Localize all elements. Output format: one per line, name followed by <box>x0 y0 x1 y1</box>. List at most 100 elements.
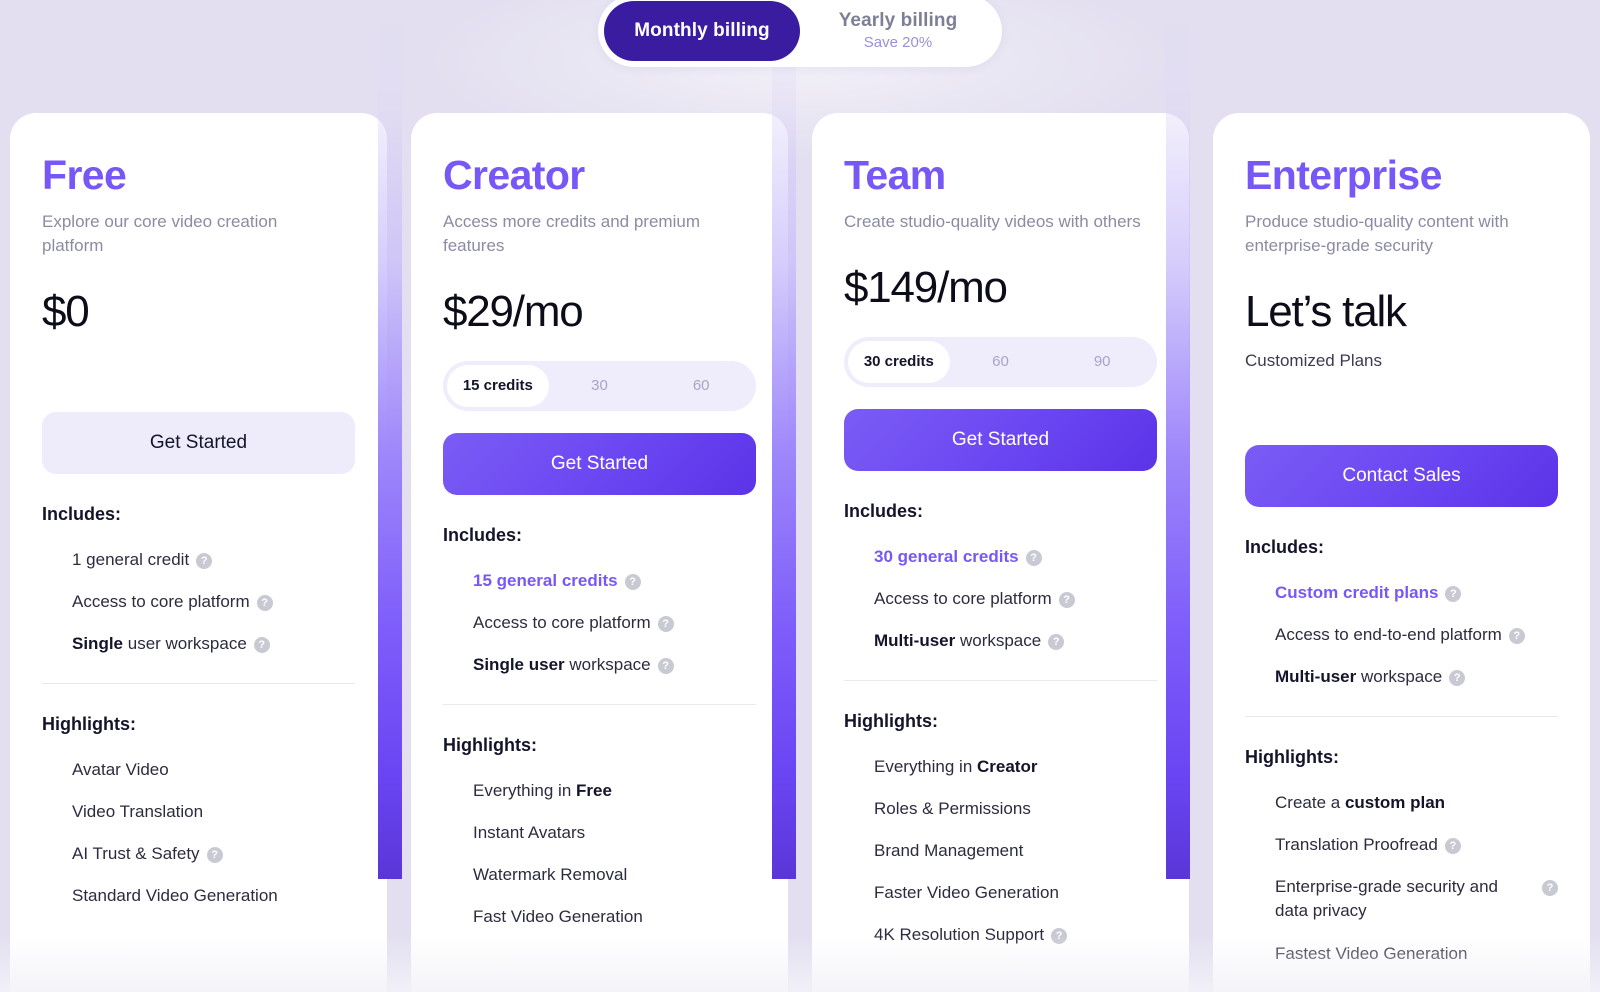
credit-option[interactable]: 90 <box>1051 341 1153 383</box>
pricing-card-team: Team Create studio-quality videos with ot… <box>812 113 1189 992</box>
billing-yearly-label: Yearly billing <box>838 10 958 32</box>
includes-item: Custom credit plans? <box>1245 572 1558 614</box>
plan-price: $0 <box>42 287 90 337</box>
feature-label: 1 general credit <box>72 549 190 569</box>
plan-name: Free <box>42 152 127 198</box>
help-icon[interactable]: ? <box>206 847 223 864</box>
feature-label: Access to core platform <box>72 591 250 611</box>
feature-label: Fast Video Generation <box>473 907 643 927</box>
help-icon[interactable]: ? <box>1051 928 1068 945</box>
highlights-item: Brand Management <box>844 830 1157 872</box>
help-icon[interactable]: ? <box>624 573 641 590</box>
layout-spacer <box>1245 371 1558 423</box>
feature-label: Single user workspace <box>473 654 651 674</box>
help-icon[interactable]: ? <box>1449 669 1466 686</box>
includes-item: Single user workspace? <box>443 644 756 686</box>
includes-item: Access to end-to-end platform? <box>1245 614 1558 656</box>
highlights-item: Enterprise-grade security and data priva… <box>1245 866 1558 932</box>
credit-option[interactable]: 30 <box>549 365 651 407</box>
highlights-item: Video Translation <box>42 791 355 833</box>
get-started-button[interactable]: Get Started <box>844 408 1157 471</box>
help-icon[interactable]: ? <box>657 615 674 632</box>
feature-label: Translation Proofread <box>1275 835 1438 855</box>
includes-list: 1 general credit? Access to core platform… <box>42 539 355 665</box>
help-icon[interactable]: ? <box>1058 591 1075 608</box>
plan-name: Creator <box>443 152 585 198</box>
plan-description: Explore our core video creation platform <box>42 212 278 256</box>
layout-spacer <box>42 337 355 390</box>
includes-heading: Includes: <box>42 503 122 524</box>
highlights-item: Translation Proofread? <box>1245 824 1558 866</box>
includes-heading: Includes: <box>443 524 523 545</box>
feature-label: Access to end-to-end platform <box>1275 624 1502 644</box>
help-icon[interactable]: ? <box>256 594 273 611</box>
feature-label: Fastest Video Generation <box>1275 943 1468 963</box>
highlights-list: Everything in Creator Roles & Permissions… <box>844 746 1157 957</box>
help-icon[interactable]: ? <box>1048 633 1065 650</box>
help-icon[interactable]: ? <box>1444 838 1461 855</box>
feature-label: Brand Management <box>874 841 1024 861</box>
highlights-list: Avatar Video Video Translation AI Trust & … <box>42 749 355 918</box>
section-divider <box>844 679 1157 681</box>
includes-item: Access to core platform? <box>443 602 756 644</box>
help-icon[interactable]: ? <box>657 657 674 674</box>
help-icon[interactable]: ? <box>1445 585 1462 602</box>
highlights-heading: Highlights: <box>42 714 136 735</box>
feature-label: Standard Video Generation <box>72 886 278 906</box>
credit-option[interactable]: 60 <box>650 365 752 407</box>
help-icon[interactable]: ? <box>1508 627 1525 644</box>
feature-label: 15 general credits <box>473 570 618 590</box>
credit-selector[interactable]: 30 credits 60 90 <box>844 336 1157 387</box>
feature-label: Everything in Creator <box>874 756 1038 776</box>
highlights-item: Watermark Removal <box>443 854 756 896</box>
credit-selector[interactable]: 15 credits 30 60 <box>443 360 756 411</box>
highlights-list: Everything in Free Instant Avatars Waterma… <box>443 770 756 939</box>
feature-label: Access to core platform <box>473 612 651 632</box>
help-icon[interactable]: ? <box>196 552 213 569</box>
credit-option[interactable]: 60 <box>950 341 1052 383</box>
credit-option[interactable]: 15 credits <box>447 364 549 407</box>
section-divider <box>443 704 756 706</box>
feature-label: Roles & Permissions <box>874 799 1031 819</box>
billing-toggle[interactable]: Monthly billing Yearly billing Save 20% <box>598 0 1002 67</box>
includes-item: Multi-user workspace? <box>844 620 1157 662</box>
section-divider <box>42 683 355 685</box>
billing-monthly-label: Monthly billing <box>634 20 770 42</box>
includes-list: 15 general credits? Access to core platfo… <box>443 560 756 686</box>
get-started-button[interactable]: Get Started <box>42 411 355 474</box>
feature-label: Multi-user workspace <box>1275 666 1443 686</box>
feature-label: Faster Video Generation <box>874 883 1059 903</box>
billing-toggle-monthly[interactable]: Monthly billing <box>604 1 800 61</box>
highlights-item: 4K Resolution Support? <box>844 914 1157 956</box>
get-started-button[interactable]: Get Started <box>443 432 756 495</box>
plan-price: Let’s talk <box>1245 287 1407 337</box>
includes-item: Single user workspace? <box>42 623 355 665</box>
includes-item: 1 general credit? <box>42 539 355 581</box>
feature-label: Everything in Free <box>473 781 612 801</box>
billing-toggle-yearly[interactable]: Yearly billing Save 20% <box>800 1 996 61</box>
plan-name: Enterprise <box>1245 152 1442 198</box>
includes-item: 15 general credits? <box>443 560 756 602</box>
feature-label: Create a custom plan <box>1275 793 1446 813</box>
credit-option[interactable]: 30 credits <box>848 340 950 383</box>
plan-name: Team <box>844 152 946 198</box>
highlights-item: Create a custom plan <box>1245 782 1558 824</box>
feature-label: Enterprise-grade security and data priva… <box>1275 877 1499 921</box>
help-icon[interactable]: ? <box>1542 880 1558 897</box>
plan-description: Create studio-quality videos with others <box>844 212 1141 231</box>
includes-item: Access to core platform? <box>844 578 1157 620</box>
feature-label: Watermark Removal <box>473 865 628 885</box>
feature-label: Multi-user workspace <box>874 630 1042 650</box>
help-icon[interactable]: ? <box>253 636 270 653</box>
feature-label: 30 general credits <box>874 546 1019 566</box>
plan-subprice: Customized Plans <box>1245 350 1383 370</box>
includes-heading: Includes: <box>1245 536 1325 557</box>
feature-label: Custom credit plans <box>1275 582 1439 602</box>
pricing-card-creator: Creator Access more credits and premium f… <box>411 113 788 992</box>
plan-price: $149/mo <box>844 263 1008 313</box>
highlights-item: Everything in Free <box>443 770 756 812</box>
plan-price: $29/mo <box>443 287 584 337</box>
section-divider <box>1245 716 1558 718</box>
contact-sales-button[interactable]: Contact Sales <box>1245 444 1558 507</box>
help-icon[interactable]: ? <box>1025 549 1042 566</box>
